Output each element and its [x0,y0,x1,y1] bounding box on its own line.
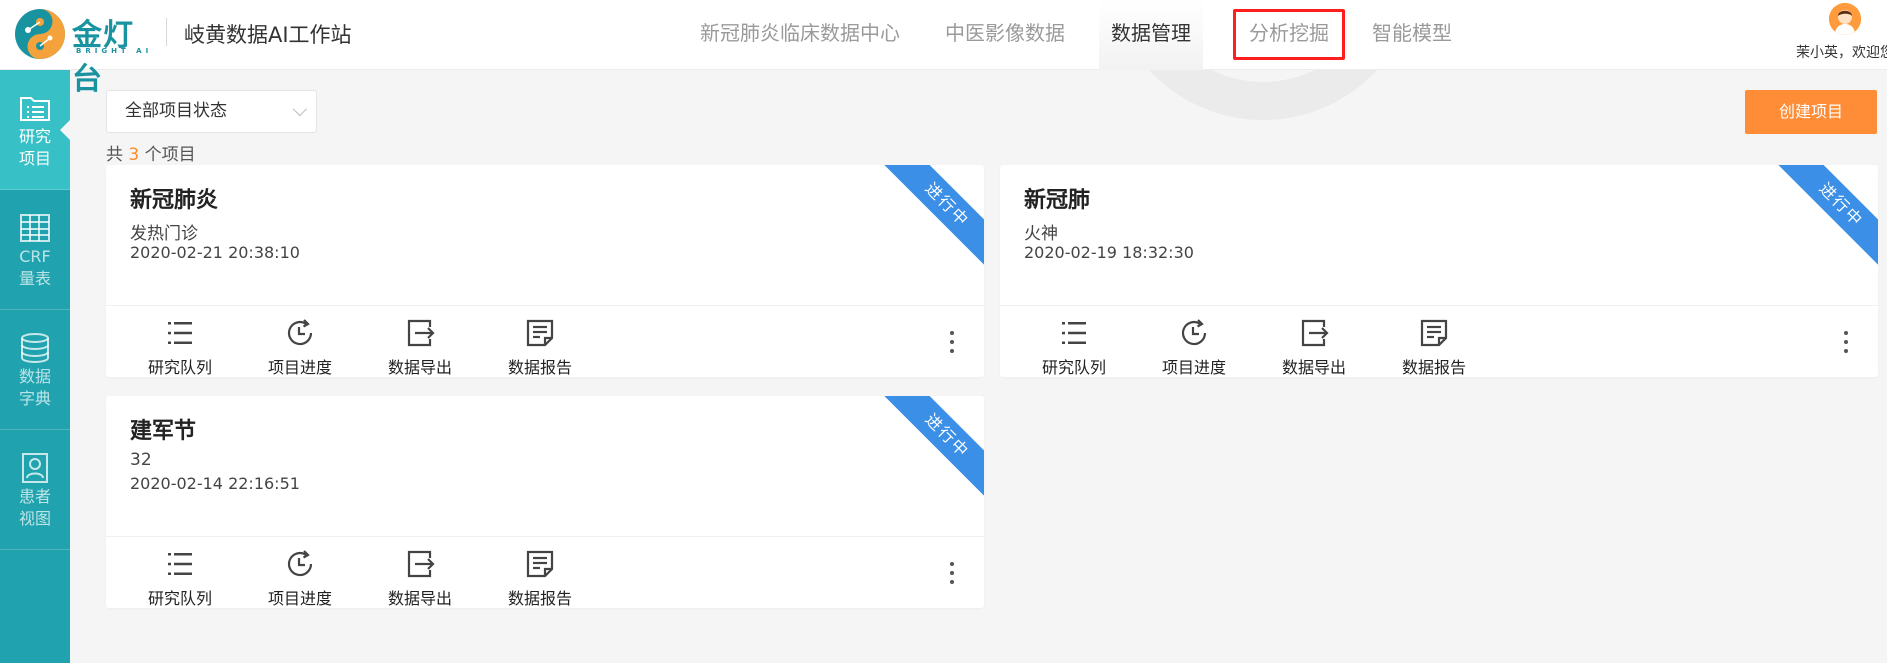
chevron-down-icon [292,102,307,117]
action-label: 数据报告 [507,589,572,608]
export-icon [407,319,435,347]
avatar[interactable] [1829,3,1861,35]
report-document-icon [526,319,554,347]
logo-mark-icon [15,9,65,59]
status-ribbon-label: 进行中 [921,409,974,462]
project-card[interactable]: 新冠肺炎 发热门诊 2020-02-21 20:38:10 进行中 研究队列 项… [106,165,984,377]
research-cohort-button[interactable]: 研究队列 [130,546,230,608]
action-label: 项目进度 [267,358,332,377]
project-description: 发热门诊 [130,224,198,244]
list-icon [168,321,192,344]
sidebar-item-label: CRF 量表 [18,247,51,288]
action-label: 项目进度 [267,589,332,608]
patient-card-icon [22,453,48,483]
top-header: 金灯台 BRIGHT AI 岐黄数据AI工作站 新冠肺炎临床数据中心 中医影像数… [0,0,1887,97]
status-ribbon-label: 进行中 [921,178,974,231]
logo-subtext: BRIGHT AI [76,47,153,55]
status-select-value: 全部项目状态 [125,101,227,121]
status-ribbon: 进行中 [882,396,984,501]
user-greeting: 茉小英，欢迎您 [1796,45,1887,61]
card-divider [106,305,984,306]
history-clock-icon [1181,319,1207,346]
sidebar-item-crf-scales[interactable]: CRF 量表 [0,190,70,310]
project-description: 32 [130,450,152,470]
nav-item-data-management[interactable]: 数据管理 [1099,0,1203,70]
app-logo[interactable]: 金灯台 BRIGHT AI [14,6,164,97]
action-label: 研究队列 [147,358,212,377]
status-ribbon: 进行中 [882,165,984,270]
export-icon [1301,319,1329,347]
project-count: 共 3 个项目 [106,145,196,165]
project-count-number: 3 [128,145,140,165]
action-label: 项目进度 [1161,358,1226,377]
project-date: 2020-02-19 18:32:30 [1024,243,1194,262]
nav-item-tcm-imaging[interactable]: 中医影像数据 [930,0,1080,70]
project-progress-button[interactable]: 项目进度 [250,315,350,377]
more-options-icon[interactable] [1836,327,1856,357]
folder-list-icon [20,97,50,121]
project-title[interactable]: 新冠肺 [1024,182,1090,214]
create-project-button[interactable]: 创建项目 [1745,90,1877,134]
app-title: 岐黄数据AI工作站 [184,23,352,47]
database-icon [21,333,49,364]
list-icon [1062,321,1086,344]
sidebar-item-label: 数据 字典 [18,367,51,408]
export-icon [407,550,435,578]
data-export-button[interactable]: 数据导出 [370,315,470,377]
action-label: 数据导出 [1281,358,1346,377]
card-divider [1000,305,1878,306]
project-date: 2020-02-21 20:38:10 [130,243,300,262]
nav-item-clinical-data-center[interactable]: 新冠肺炎临床数据中心 [690,0,910,70]
card-actions: 研究队列 项目进度 数据导出 数据报告 [1000,309,1878,377]
research-cohort-button[interactable]: 研究队列 [130,315,230,377]
card-actions: 研究队列 项目进度 数据导出 数据报告 [106,309,984,377]
report-document-icon [526,550,554,578]
sidebar-item-data-dictionary[interactable]: 数据 字典 [0,310,70,430]
action-label: 数据导出 [387,589,452,608]
table-grid-icon [20,214,50,242]
active-indicator-arrow [60,119,71,141]
project-description: 火神 [1024,224,1058,244]
data-export-button[interactable]: 数据导出 [370,546,470,608]
project-progress-button[interactable]: 项目进度 [250,546,350,608]
header-divider [166,18,167,46]
project-date: 2020-02-14 22:16:51 [130,474,300,493]
action-label: 数据报告 [507,358,572,377]
history-clock-icon [287,319,313,346]
project-card[interactable]: 建军节 32 2020-02-14 22:16:51 进行中 研究队列 项目进度… [106,396,984,608]
data-report-button[interactable]: 数据报告 [1384,315,1484,377]
project-card[interactable]: 新冠肺 火神 2020-02-19 18:32:30 进行中 研究队列 项目进度… [1000,165,1878,377]
project-progress-button[interactable]: 项目进度 [1144,315,1244,377]
sidebar-item-patient-view[interactable]: 患者 视图 [0,430,70,550]
card-actions: 研究队列 项目进度 数据导出 数据报告 [106,540,984,608]
user-avatar-icon [1829,3,1861,35]
nav-item-smart-model[interactable]: 智能模型 [1360,0,1464,70]
data-export-button[interactable]: 数据导出 [1264,315,1364,377]
sidebar-item-label: 患者 视图 [18,487,51,528]
data-report-button[interactable]: 数据报告 [490,315,590,377]
project-title[interactable]: 建军节 [130,413,196,445]
status-ribbon: 进行中 [1776,165,1878,270]
action-label: 数据报告 [1401,358,1466,377]
action-label: 研究队列 [147,589,212,608]
more-options-icon[interactable] [942,327,962,357]
history-clock-icon [287,550,313,577]
nav-item-analysis-mining[interactable]: 分析挖掘 [1230,0,1348,70]
status-ribbon-label: 进行中 [1815,178,1868,231]
report-document-icon [1420,319,1448,347]
list-icon [168,552,192,575]
project-status-select[interactable]: 全部项目状态 [106,90,317,133]
action-label: 数据导出 [387,358,452,377]
left-sidebar: 研究 项目 CRF 量表 数据 字典 患者 视图 [0,70,71,663]
project-title[interactable]: 新冠肺炎 [130,182,218,214]
card-divider [106,536,984,537]
action-label: 研究队列 [1041,358,1106,377]
more-options-icon[interactable] [942,558,962,588]
data-report-button[interactable]: 数据报告 [490,546,590,608]
research-cohort-button[interactable]: 研究队列 [1024,315,1124,377]
user-menu[interactable]: 茉小英，欢迎您 [1782,0,1887,70]
